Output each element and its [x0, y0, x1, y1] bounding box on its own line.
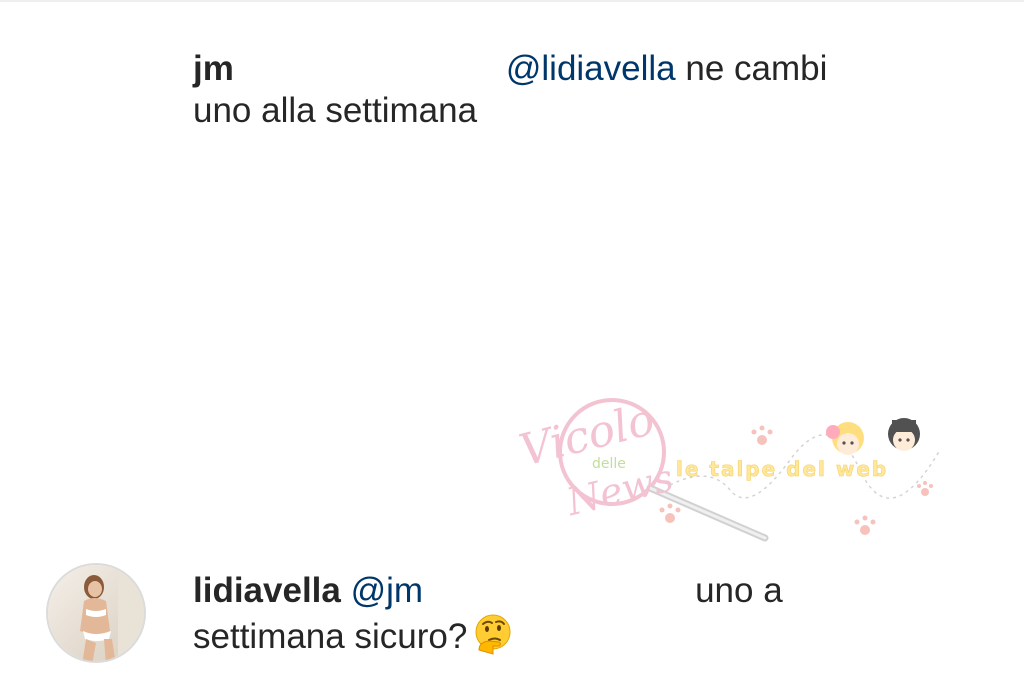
cartoon-girl-blonde-icon — [826, 422, 864, 455]
avatar-lidiavella[interactable] — [46, 563, 146, 663]
comment-text-inline: uno a — [695, 571, 783, 610]
avatar-photo — [48, 565, 144, 661]
comment-username[interactable]: jm — [193, 49, 234, 88]
comment-mention[interactable]: @lidiavella — [506, 49, 676, 88]
top-divider — [0, 0, 1024, 2]
comment-text-wrap: settimana sicuro? — [193, 617, 468, 656]
thinking-face-emoji-icon — [475, 614, 511, 655]
cartoon-girl-dark-icon — [888, 418, 920, 451]
comment-mention[interactable]: @jm — [351, 571, 423, 610]
comment-username[interactable]: lidiavella — [193, 571, 341, 610]
comment-lidiavella: lidiavella @jm uno a settimana sicuro? — [193, 570, 893, 658]
comment-jm: jm @lidiavella ne cambi uno alla settiman… — [193, 48, 893, 132]
comment-text-inline: ne cambi — [685, 49, 828, 88]
watermark-tagline: le talpe del web — [676, 457, 888, 481]
watermark-logo: Vicolo delle News le talpe del web — [515, 394, 941, 542]
comment-text-wrap: uno alla settimana — [193, 91, 478, 130]
